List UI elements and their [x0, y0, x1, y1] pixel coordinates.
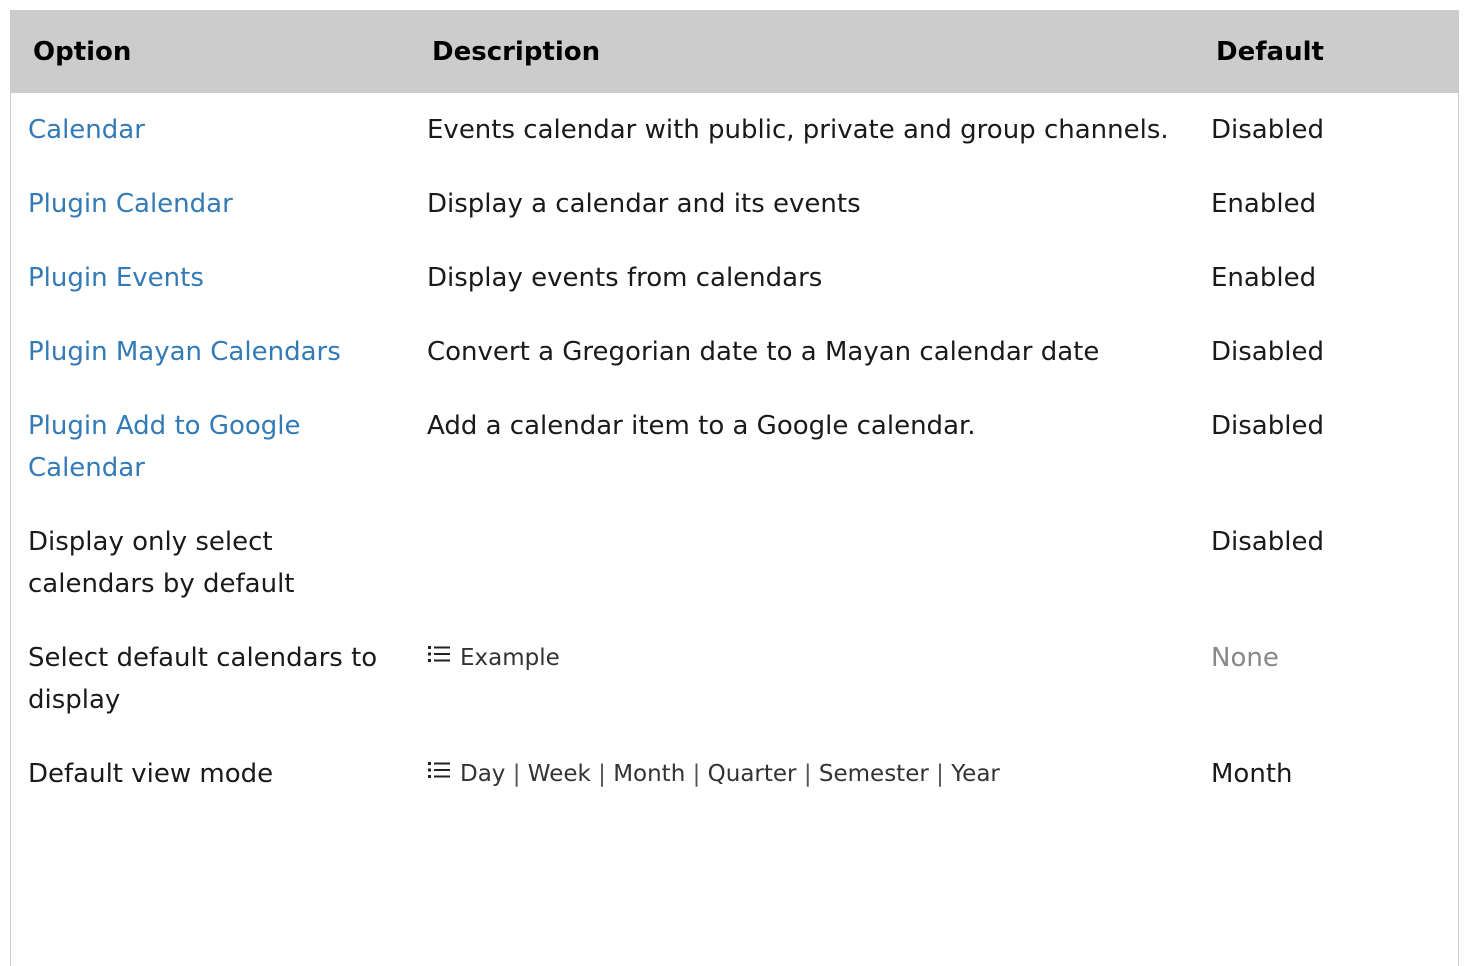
option-link-plugin-add-to-google-calendar[interactable]: Plugin Add to Google Calendar — [28, 411, 301, 483]
option-values-list: Day | Week | Month | Quarter | Semester … — [427, 753, 1000, 795]
table-row: Calendar Events calendar with public, pr… — [11, 93, 1459, 167]
option-link-plugin-events[interactable]: Plugin Events — [28, 263, 204, 293]
table-header-row: Option Description Default — [11, 10, 1459, 93]
option-default: Month — [1211, 759, 1293, 789]
preferences-table-container: Option Description Default Calendar Even… — [10, 10, 1459, 966]
table-row: Plugin Mayan Calendars Convert a Gregori… — [11, 315, 1459, 389]
option-default: Disabled — [1211, 411, 1324, 441]
table-row: Plugin Add to Google Calendar Add a cale… — [11, 389, 1459, 505]
option-description: Example — [416, 621, 1200, 737]
separator: | — [512, 761, 521, 787]
option-value: Example — [460, 645, 560, 671]
separator: | — [803, 761, 812, 787]
option-value: Semester — [818, 761, 929, 787]
option-name: Select default calendars to display — [28, 643, 378, 715]
column-header-option: Option — [33, 36, 132, 67]
option-default: Disabled — [1211, 115, 1324, 145]
table-row: Default view mode Day | Week | Month | Q… — [11, 737, 1459, 815]
option-link-plugin-mayan-calendars[interactable]: Plugin Mayan Calendars — [28, 337, 341, 367]
option-default: Disabled — [1211, 527, 1324, 557]
preferences-table: Option Description Default Calendar Even… — [11, 10, 1459, 815]
option-description: Add a calendar item to a Google calendar… — [427, 411, 976, 441]
separator: | — [598, 761, 606, 787]
separator: | — [936, 761, 944, 787]
option-default: Enabled — [1211, 263, 1317, 293]
list-icon — [428, 762, 450, 778]
option-default: Disabled — [1211, 337, 1324, 367]
column-header-default: Default — [1216, 36, 1324, 67]
option-link-plugin-calendar[interactable]: Plugin Calendar — [28, 189, 233, 219]
option-value: Week — [527, 761, 591, 787]
option-description: Display events from calendars — [427, 263, 823, 293]
option-description: Day | Week | Month | Quarter | Semester … — [416, 737, 1200, 815]
table-row: Display only select calendars by default… — [11, 505, 1459, 621]
option-description: Display a calendar and its events — [427, 189, 861, 219]
option-default: None — [1211, 643, 1279, 673]
column-header-description: Description — [432, 36, 601, 67]
option-description — [416, 505, 1200, 621]
option-value: Quarter — [707, 761, 797, 787]
option-name: Default view mode — [28, 759, 274, 789]
separator: | — [692, 761, 701, 787]
option-value: Year — [951, 761, 1000, 787]
option-default: Enabled — [1211, 189, 1317, 219]
list-icon — [428, 646, 450, 662]
table-row: Plugin Calendar Display a calendar and i… — [11, 167, 1459, 241]
option-value: Month — [613, 761, 686, 787]
option-link-calendar[interactable]: Calendar — [28, 115, 145, 145]
option-description: Convert a Gregorian date to a Mayan cale… — [427, 337, 1100, 367]
table-row: Plugin Events Display events from calend… — [11, 241, 1459, 315]
option-description: Events calendar with public, private and… — [427, 115, 1169, 145]
option-values-list: Example — [427, 637, 560, 679]
option-name: Display only select calendars by default — [28, 527, 295, 599]
option-value: Day — [460, 761, 506, 787]
table-row: Select default calendars to display Exam… — [11, 621, 1459, 737]
